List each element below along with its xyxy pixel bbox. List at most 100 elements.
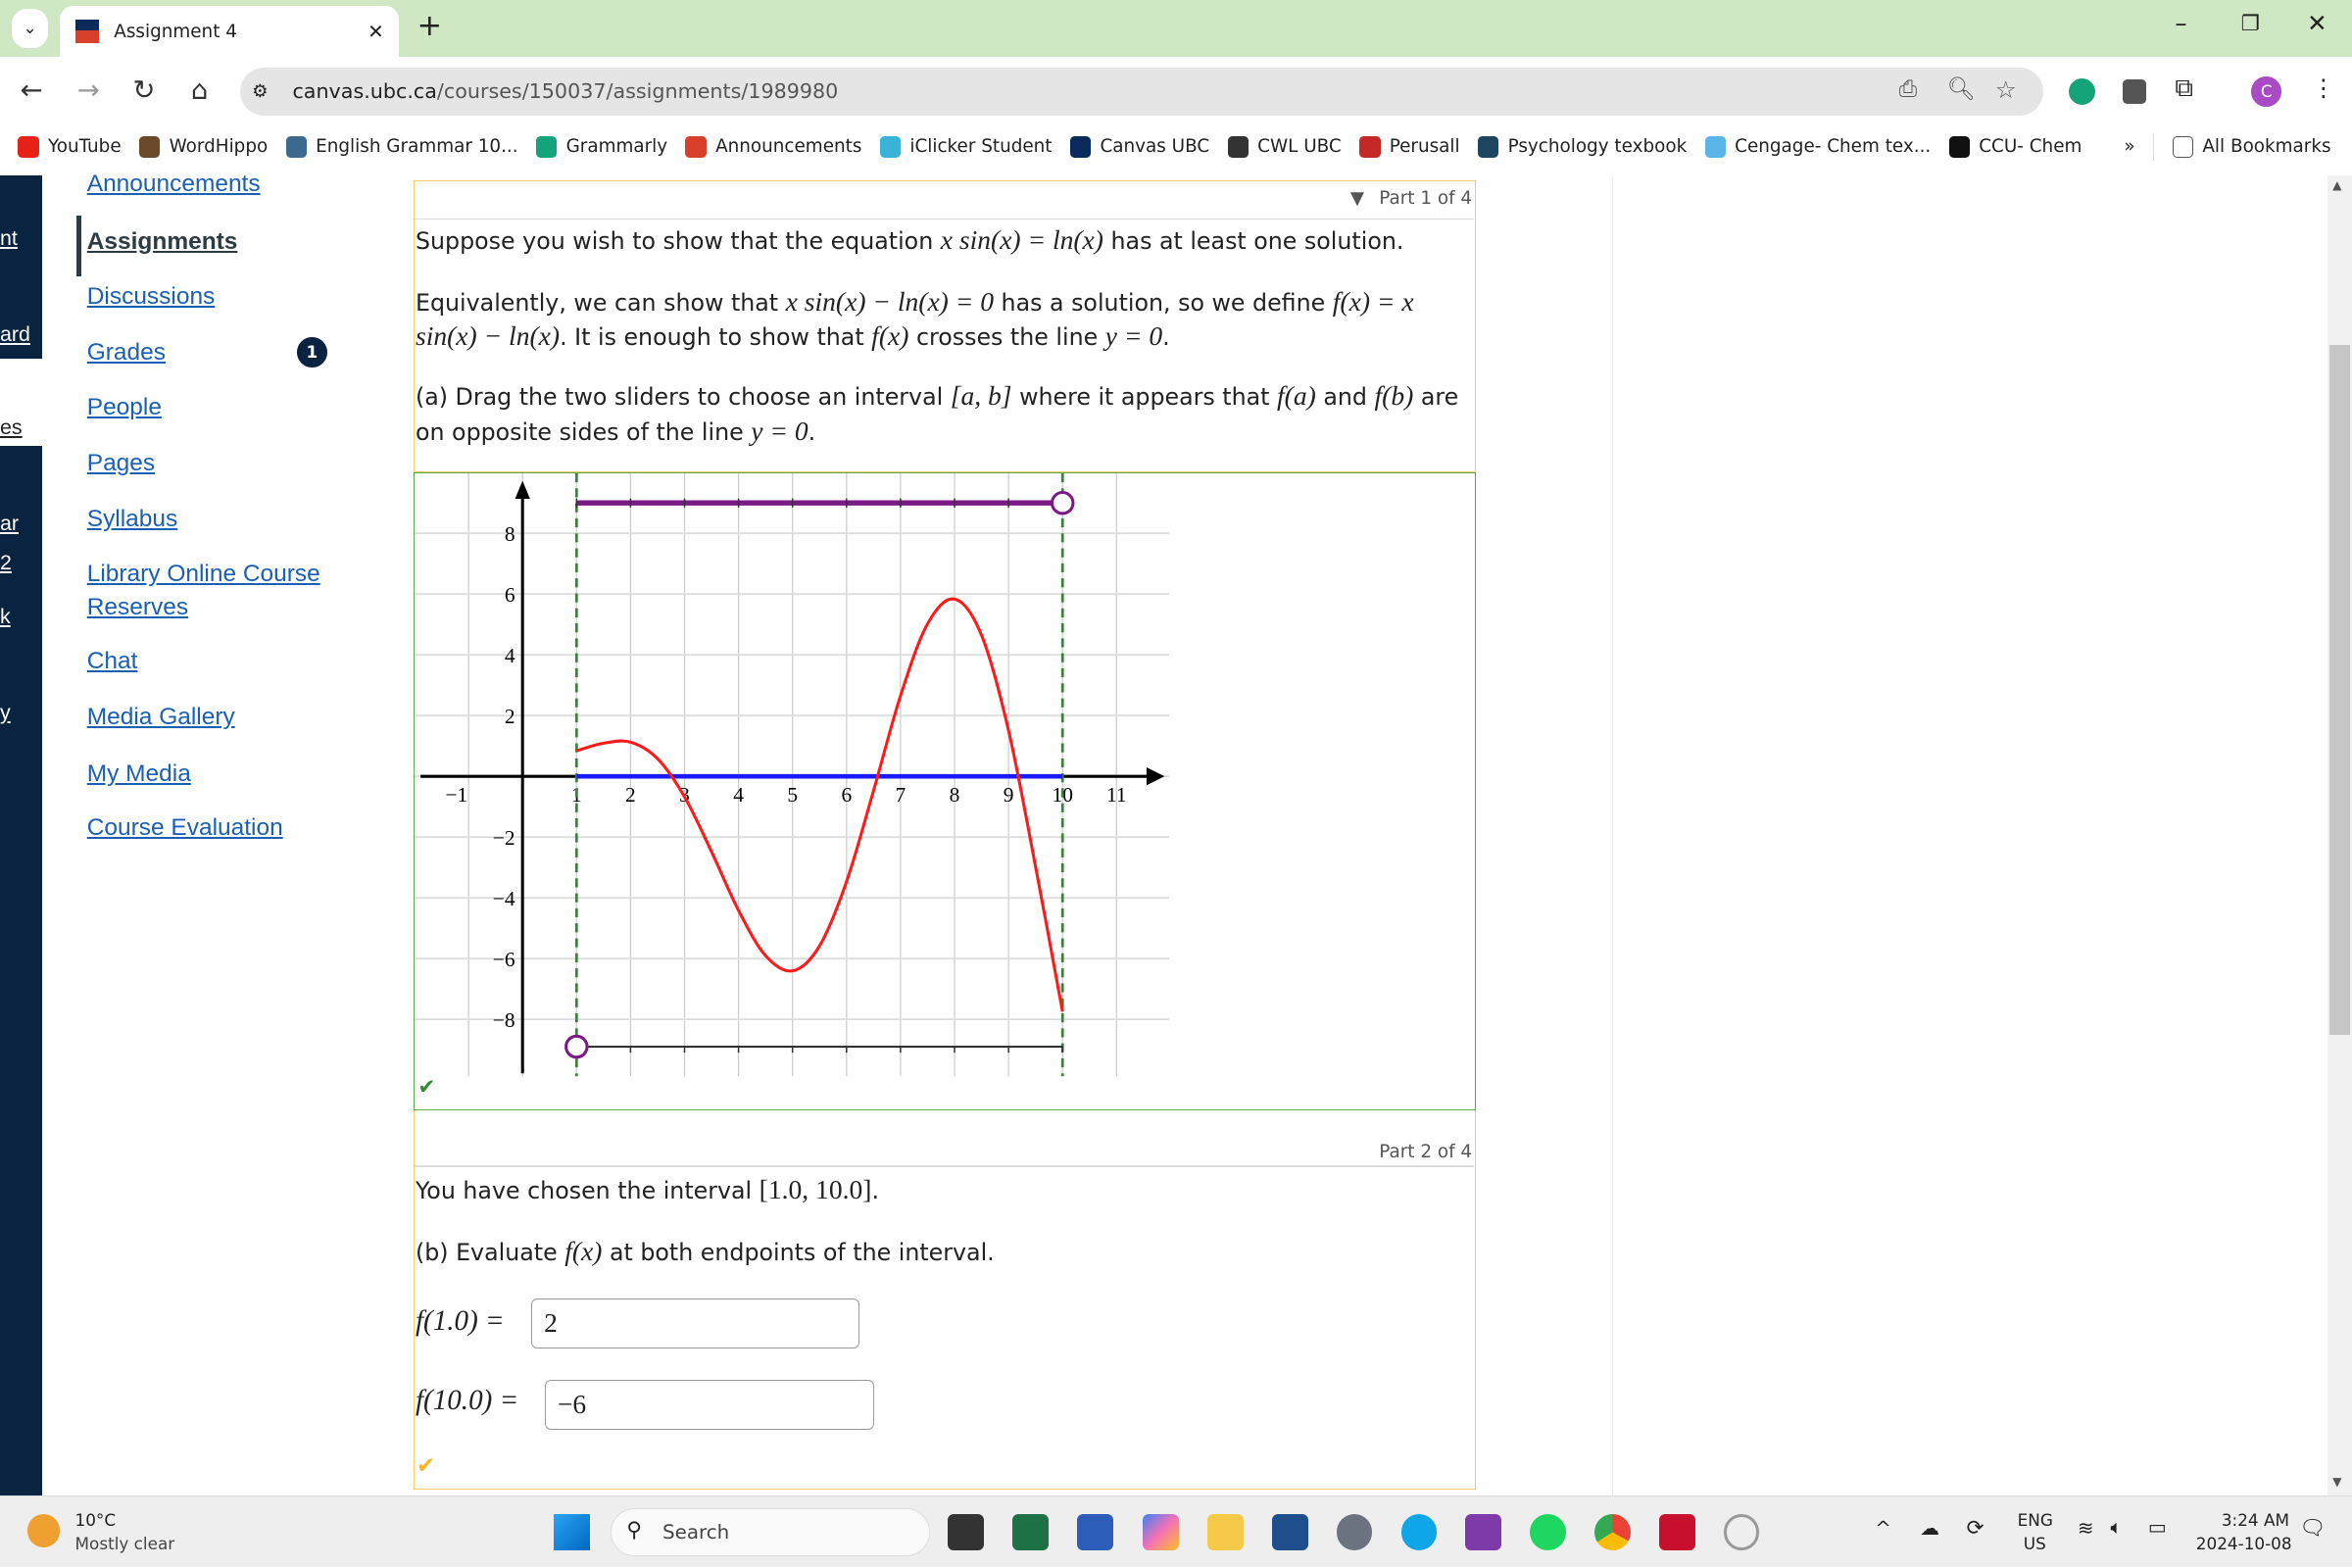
global-nav-item[interactable]: nt: [0, 226, 18, 251]
course-nav-people[interactable]: People: [87, 391, 162, 424]
scrollbar-thumb[interactable]: [2329, 345, 2351, 1036]
home-icon[interactable]: ⌂: [178, 69, 220, 114]
close-tab-icon[interactable]: ✕: [368, 21, 384, 43]
back-icon[interactable]: ←: [11, 69, 53, 114]
wifi-icon[interactable]: ≋: [2078, 1517, 2094, 1540]
url-text[interactable]: canvas.ubc.ca/courses/150037/assignments…: [292, 68, 838, 116]
collapse-triangle-icon[interactable]: ▼: [1350, 188, 1364, 209]
sync-icon[interactable]: ⟳: [1967, 1516, 1984, 1541]
slider-a-handle[interactable]: [564, 1034, 589, 1059]
scroll-up-icon[interactable]: ▲: [2332, 178, 2341, 192]
notifications-icon[interactable]: 🗨︎: [2299, 1516, 2326, 1541]
settings-icon[interactable]: [1336, 1514, 1373, 1551]
global-nav-item[interactable]: ar: [0, 512, 19, 536]
course-nav-my-media[interactable]: My Media: [87, 758, 191, 791]
bookmark-item[interactable]: English Grammar 10...: [285, 136, 518, 158]
onenote-icon[interactable]: [1465, 1514, 1502, 1551]
course-nav-syllabus[interactable]: Syllabus: [87, 503, 178, 536]
global-nav-item[interactable]: ard: [0, 322, 30, 347]
global-nav-item[interactable]: y: [0, 701, 11, 725]
clock-time[interactable]: 3:24 AM: [2222, 1510, 2289, 1530]
install-app-icon[interactable]: ⎙: [1899, 76, 1917, 102]
global-nav-item[interactable]: 2: [0, 551, 12, 575]
spotify-icon[interactable]: [1530, 1514, 1566, 1551]
task-view-icon[interactable]: [948, 1514, 985, 1551]
edge-icon[interactable]: [1400, 1514, 1438, 1551]
close-window-button[interactable]: ✕: [2307, 9, 2328, 37]
course-nav-announcements[interactable]: Announcements: [87, 168, 261, 201]
chrome-icon[interactable]: [1594, 1514, 1631, 1551]
windows-start-icon[interactable]: [553, 1514, 590, 1551]
bookmark-label: Psychology texbook: [1507, 136, 1688, 158]
course-nav-library-online-course-reserves[interactable]: Library Online Course Reserves: [87, 558, 358, 623]
copilot-icon[interactable]: [1143, 1514, 1180, 1551]
more-bookmarks-button[interactable]: »: [2124, 136, 2134, 157]
course-nav-chat[interactable]: Chat: [87, 645, 138, 678]
tab-assignment-4[interactable]: Assignment 4 ✕: [60, 6, 400, 58]
site-info-icon[interactable]: ⚙: [252, 81, 268, 102]
bookmark-item[interactable]: Announcements: [685, 136, 861, 158]
battery-icon[interactable]: ▭: [2148, 1516, 2167, 1539]
new-tab-button[interactable]: +: [417, 9, 443, 43]
f-a-input[interactable]: 2: [530, 1298, 860, 1348]
bookmark-item[interactable]: Psychology texbook: [1477, 136, 1688, 158]
taskbar-search[interactable]: ⚲ Search: [610, 1508, 930, 1557]
global-nav: nt ard es ar 2 k y: [0, 175, 42, 1495]
x-tick-label: 9: [1004, 783, 1014, 807]
course-nav-pages[interactable]: Pages: [87, 447, 155, 480]
word-icon[interactable]: [1076, 1514, 1113, 1551]
graph-svg[interactable]: −11234567891011−8−6−4−22468: [415, 473, 1474, 1107]
course-nav-grades[interactable]: Grades: [87, 336, 166, 369]
excel-icon[interactable]: [1012, 1514, 1049, 1551]
global-nav-item[interactable]: es: [0, 416, 23, 440]
reload-icon[interactable]: ↻: [123, 69, 166, 114]
slider-b-handle[interactable]: [1051, 491, 1075, 515]
scroll-down-icon[interactable]: ▼: [2332, 1475, 2341, 1489]
onedrive-icon[interactable]: ☁: [1920, 1517, 1939, 1540]
interactive-graph[interactable]: −11234567891011−8−6−4−22468 ✔: [414, 472, 1477, 1110]
bookmark-star-icon[interactable]: ☆: [1995, 75, 2017, 104]
app-icon[interactable]: [1723, 1514, 1760, 1551]
menu-kebab-icon[interactable]: ⋮: [2312, 74, 2335, 102]
course-nav-course-evaluation[interactable]: Course Evaluation: [87, 811, 283, 845]
tray-chevron-icon[interactable]: ^: [1875, 1517, 1891, 1540]
mcafee-icon[interactable]: [1658, 1514, 1695, 1551]
bookmark-item[interactable]: iClicker Student: [879, 136, 1053, 158]
store-icon[interactable]: [1271, 1514, 1308, 1551]
clock-date[interactable]: 2024-10-08: [2196, 1534, 2292, 1553]
language-region[interactable]: US: [2024, 1534, 2046, 1553]
bookmark-item[interactable]: Grammarly: [535, 136, 667, 158]
zoom-icon[interactable]: 🔍︎: [1947, 75, 1976, 102]
weather-moon-icon[interactable]: [26, 1514, 61, 1548]
bookmark-item[interactable]: WordHippo: [138, 136, 268, 158]
volume-icon[interactable]: 🔈︎: [2111, 1516, 2123, 1539]
bookmark-item[interactable]: Cengage- Chem tex...: [1704, 136, 1932, 158]
bookmark-item[interactable]: CWL UBC: [1227, 136, 1342, 158]
bookmark-label: Cengage- Chem tex...: [1735, 136, 1932, 158]
grammarly-extension-icon[interactable]: [2068, 77, 2096, 106]
bookmark-item[interactable]: Perusall: [1359, 136, 1460, 158]
bookmark-item[interactable]: YouTube: [18, 136, 122, 158]
tab-search-button[interactable]: ⌄: [12, 9, 48, 48]
y-tick-label: −8: [493, 1008, 515, 1032]
weather-desc[interactable]: Mostly clear: [75, 1534, 175, 1553]
course-nav-media-gallery[interactable]: Media Gallery: [87, 701, 235, 734]
part1-header[interactable]: ▼ Part 1 of 4: [1350, 188, 1472, 209]
profile-avatar[interactable]: C: [2251, 76, 2282, 107]
f-b-input[interactable]: −6: [544, 1380, 875, 1430]
restore-button[interactable]: ❐: [2241, 12, 2260, 36]
course-nav-assignments[interactable]: Assignments: [87, 225, 238, 259]
bookmark-item[interactable]: CCU- Chem: [1948, 136, 2082, 158]
address-bar[interactable]: ⚙ canvas.ubc.ca/courses/150037/assignmen…: [239, 67, 2043, 116]
minimize-button[interactable]: –: [2175, 9, 2186, 37]
extensions-puzzle-icon[interactable]: ⧉: [2175, 74, 2193, 104]
extension-icon[interactable]: [2122, 79, 2147, 104]
all-bookmarks-button[interactable]: All Bookmarks: [2172, 136, 2331, 158]
global-nav-item[interactable]: k: [0, 605, 11, 629]
forward-icon[interactable]: →: [68, 69, 110, 114]
weather-temp[interactable]: 10°C: [75, 1510, 117, 1530]
bookmark-item[interactable]: Canvas UBC: [1069, 136, 1209, 158]
file-explorer-icon[interactable]: [1207, 1514, 1244, 1551]
language-indicator[interactable]: ENG: [2018, 1510, 2053, 1530]
course-nav-discussions[interactable]: Discussions: [87, 280, 216, 314]
